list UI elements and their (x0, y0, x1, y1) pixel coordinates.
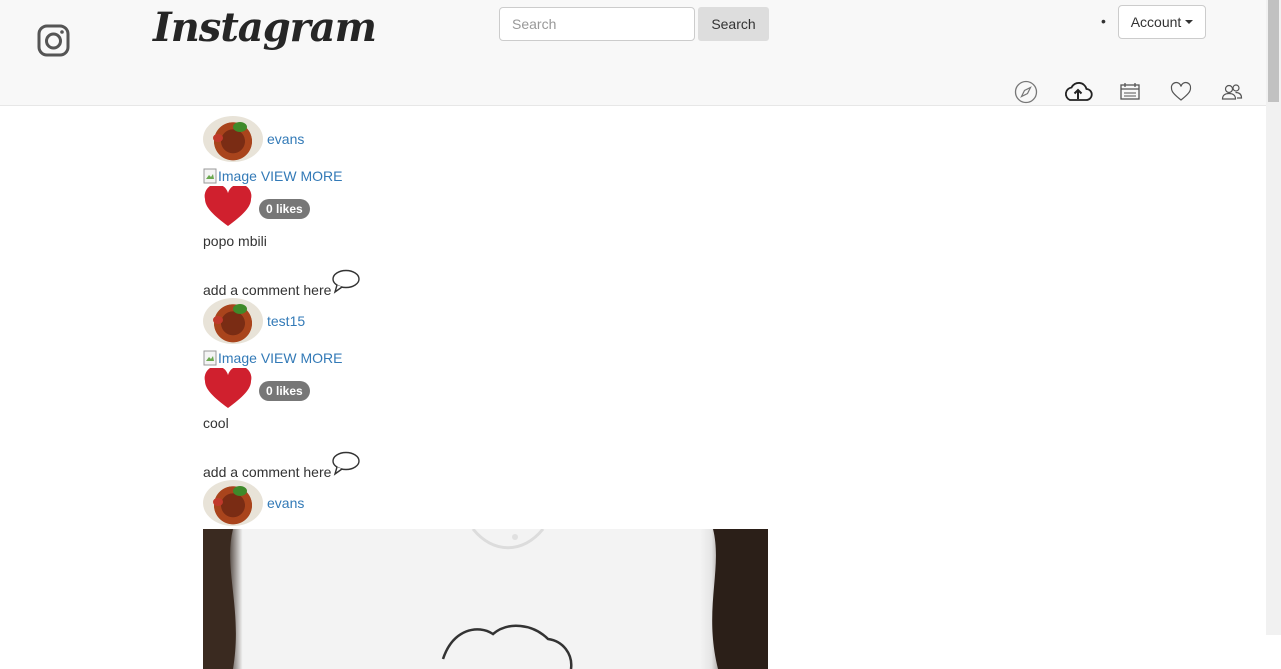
heart-like-icon[interactable] (203, 183, 253, 233)
post-photo[interactable] (203, 529, 768, 669)
broken-image[interactable]: Image (203, 350, 257, 366)
like-row: 0 likes (203, 365, 903, 415)
avatar[interactable] (203, 298, 263, 344)
post-card: evans (203, 480, 903, 669)
top-navbar: Instagram Search • Account (0, 0, 1266, 106)
heart-outline-icon[interactable] (1169, 80, 1193, 104)
caret-down-icon (1185, 20, 1194, 24)
broken-image-icon (203, 350, 217, 366)
instagram-camera-icon[interactable] (37, 24, 70, 57)
post-username-link[interactable]: evans (267, 495, 304, 511)
view-more-link[interactable]: VIEW MORE (261, 168, 343, 184)
speech-bubble-icon[interactable] (331, 269, 361, 298)
likes-badge: 0 likes (259, 381, 310, 401)
search-input[interactable] (499, 7, 695, 41)
post-card: test15 Image VIEW MORE 0 likes cool add … (203, 298, 903, 480)
comment-prompt[interactable]: add a comment here (203, 464, 331, 480)
post-username-link[interactable]: evans (267, 131, 304, 147)
account-dropdown-button[interactable]: Account (1118, 5, 1206, 39)
comment-row: add a comment here (203, 268, 903, 298)
post-caption: cool (203, 415, 229, 431)
heart-like-icon[interactable] (203, 365, 253, 415)
nav-bullet: • (1101, 13, 1106, 29)
view-more-link[interactable]: VIEW MORE (261, 350, 343, 366)
search-button[interactable]: Search (698, 7, 769, 41)
post-header: evans (203, 480, 903, 526)
image-alt-text: Image (218, 350, 257, 366)
brand-logo[interactable]: Instagram (153, 0, 377, 60)
broken-image-icon (203, 168, 217, 184)
page-scrollbar[interactable] (1266, 0, 1281, 635)
post-username-link[interactable]: test15 (267, 313, 305, 329)
likes-badge: 0 likes (259, 199, 310, 219)
comment-prompt[interactable]: add a comment here (203, 282, 331, 298)
comment-row: add a comment here (203, 450, 903, 480)
photo-shirt-illustration (203, 529, 768, 669)
image-alt-text: Image (218, 168, 257, 184)
people-icon[interactable] (1220, 80, 1244, 104)
compass-explore-icon[interactable] (1014, 80, 1038, 104)
post-image-row: Image VIEW MORE (203, 347, 903, 369)
cloud-upload-icon[interactable] (1063, 80, 1093, 104)
post-header: test15 (203, 298, 903, 344)
scrollbar-thumb[interactable] (1268, 0, 1279, 102)
account-label: Account (1130, 14, 1182, 30)
avatar[interactable] (203, 480, 263, 526)
post-header: evans (203, 116, 903, 162)
post-feed: evans Image VIEW MORE 0 likes popo mbili… (203, 116, 903, 669)
post-image-row: Image VIEW MORE (203, 165, 903, 187)
calendar-icon[interactable] (1118, 80, 1142, 104)
post-card: evans Image VIEW MORE 0 likes popo mbili… (203, 116, 903, 298)
speech-bubble-icon[interactable] (331, 451, 361, 480)
post-caption: popo mbili (203, 233, 267, 249)
like-row: 0 likes (203, 183, 903, 233)
broken-image[interactable]: Image (203, 168, 257, 184)
avatar[interactable] (203, 116, 263, 162)
